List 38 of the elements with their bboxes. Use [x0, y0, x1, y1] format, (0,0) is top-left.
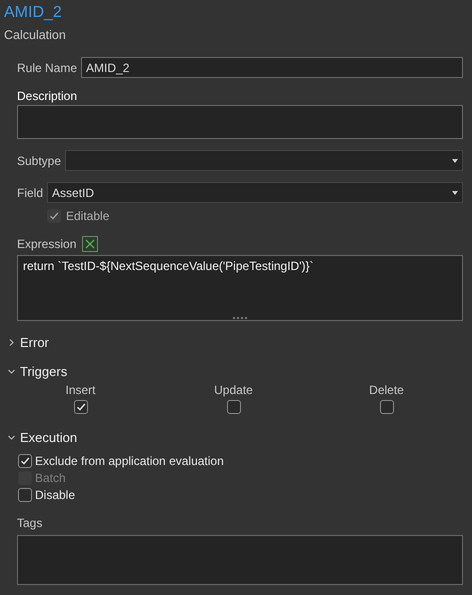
- checkbox-label: Exclude from application evaluation: [35, 454, 224, 468]
- rule-type: Calculation: [4, 28, 67, 42]
- checkbox[interactable]: [380, 400, 394, 414]
- checkbox-label: Disable: [35, 488, 76, 502]
- field-label: Subtype: [17, 154, 62, 168]
- checkmark-icon: [76, 402, 86, 412]
- checkbox-label: Editable: [66, 209, 110, 223]
- tags-field[interactable]: [17, 535, 463, 585]
- dropdown-arrow-icon: [452, 190, 458, 194]
- dropdown-arrow-icon: [452, 158, 458, 162]
- checkmark-icon: [49, 211, 59, 221]
- checkbox[interactable]: [74, 400, 88, 414]
- checkbox[interactable]: [18, 488, 32, 502]
- checkmark-icon: [20, 456, 30, 466]
- trigger-label: Update: [214, 383, 253, 397]
- field-label: Rule Name: [17, 60, 78, 74]
- rule-name-field[interactable]: AMID_2: [81, 57, 463, 78]
- section-title[interactable]: Execution: [20, 430, 78, 445]
- checkbox[interactable]: [18, 454, 32, 468]
- rule-title: AMID_2: [4, 4, 63, 23]
- field-label: Field: [17, 186, 44, 200]
- chevron-icon[interactable]: [8, 368, 15, 375]
- section-title[interactable]: Triggers: [20, 364, 68, 379]
- section-title[interactable]: Error: [20, 335, 49, 350]
- chevron-icon[interactable]: [8, 434, 15, 441]
- trigger-label: Insert: [65, 383, 96, 397]
- checkbox[interactable]: [226, 400, 240, 414]
- trigger-label: Delete: [369, 383, 404, 397]
- description-field[interactable]: [17, 105, 463, 139]
- field-label: Expression: [17, 237, 76, 251]
- field-dropdown[interactable]: AssetID: [47, 182, 463, 203]
- field-label: Tags: [17, 516, 44, 530]
- chevron-icon[interactable]: [8, 339, 15, 346]
- expression-editor[interactable]: return `TestID-${NextSequenceValue('PipeTestingID')}`: [17, 255, 463, 321]
- expression-builder-button[interactable]: [82, 236, 98, 252]
- checkbox-label: Batch: [35, 471, 66, 485]
- field-label: Description: [17, 89, 78, 103]
- x-icon: [85, 239, 96, 249]
